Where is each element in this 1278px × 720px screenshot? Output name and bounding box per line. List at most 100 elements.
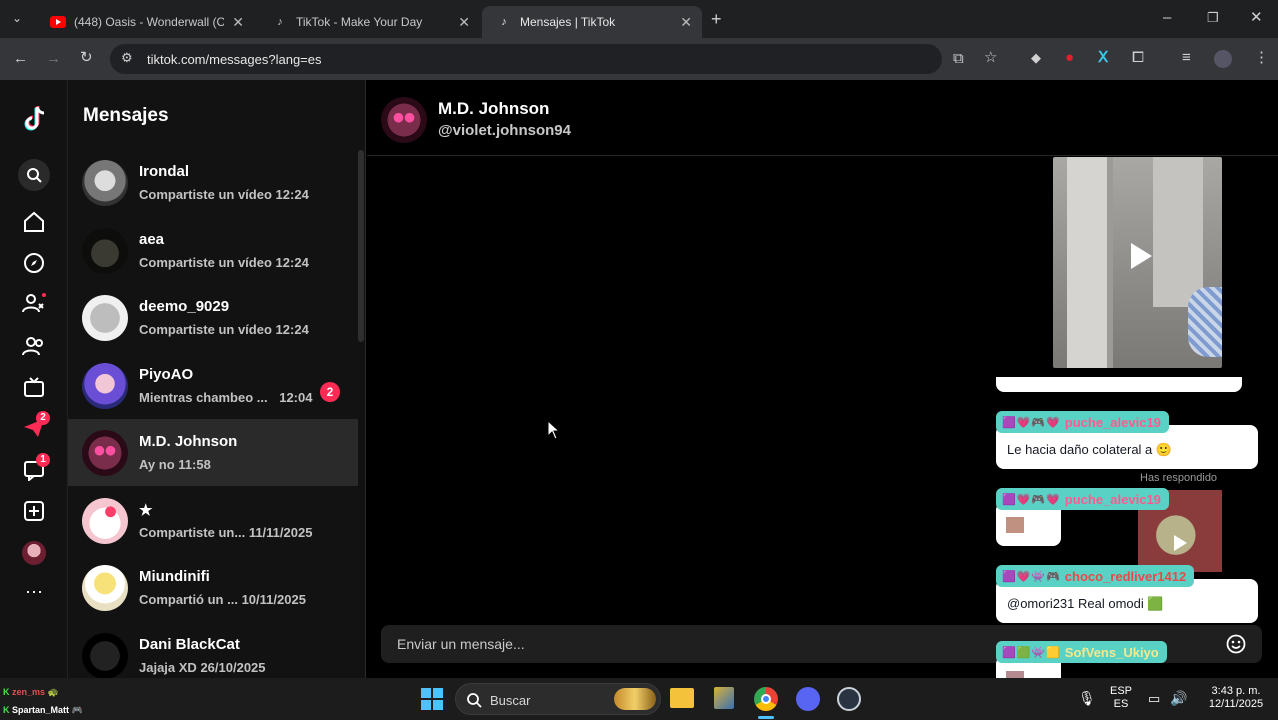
friends-icon[interactable] (19, 331, 49, 361)
bookmark-star-icon[interactable]: ☆ (984, 50, 997, 65)
following-icon[interactable] (19, 288, 49, 318)
tiktok-sidebar: 2 1 ⋯ (0, 80, 68, 678)
home-icon[interactable] (19, 207, 49, 237)
conversation-preview: Compartiste un vídeo 12:24 (139, 187, 309, 202)
microphone-icon[interactable]: 🎙 (1078, 690, 1096, 707)
conversation-preview: Compartiste un vídeo 12:24 (139, 322, 309, 337)
conversation-name: M.D. Johnson (139, 433, 238, 450)
search-icon[interactable] (18, 159, 50, 191)
profile-avatar-icon[interactable] (1214, 50, 1232, 68)
chat-overlay-text: Le hacia daño colateral a 🙂 (1007, 442, 1173, 457)
close-tab-icon[interactable]: ✕ (680, 14, 692, 31)
overlay-username: puche_alevic19 (1064, 414, 1161, 430)
emoji-picker-icon[interactable] (1226, 634, 1246, 659)
network-icon[interactable]: ▭ (1148, 691, 1160, 707)
reload-icon[interactable]: ↻ (80, 50, 93, 65)
keyboard-language[interactable]: ESP ES (1108, 685, 1134, 711)
tiktok-icon: ♪ (277, 16, 283, 28)
door-frame (1067, 157, 1107, 368)
conversation-name: deemo_9029 (139, 298, 230, 315)
wall (1153, 157, 1203, 307)
unread-badge: 2 (320, 382, 340, 402)
file-explorer-icon[interactable] (670, 688, 694, 708)
inbox-send-icon[interactable]: 2 (19, 411, 50, 443)
chat-overlay-user-tag: 🟪💗🎮💗 puche_alevic19 (996, 411, 1169, 433)
replied-label: Has respondido (1140, 472, 1218, 484)
tiktok-icon: ♪ (501, 16, 507, 28)
conversation-item[interactable]: PiyoAO Mientras chambeo ... 12:04 2 (68, 352, 358, 419)
windows-start-icon[interactable] (420, 687, 444, 711)
conversation-item[interactable]: Miundinifi Compartió un ... 10/11/2025 (68, 554, 358, 621)
forward-icon[interactable]: → (46, 51, 61, 66)
activity-icon[interactable]: 1 (19, 453, 50, 485)
conversation-name: Dani BlackCat (139, 636, 240, 653)
extensions-puzzle-icon[interactable]: ⧠ (1132, 50, 1144, 65)
chat-overlay-user-tag: 🟪💗🎮💗 puche_alevic19 (996, 488, 1169, 510)
chrome-icon[interactable] (754, 687, 778, 711)
conversation-item[interactable]: aea Compartiste un vídeo 12:24 (68, 217, 358, 284)
badge-emotes: 🟪💗🎮💗 (1002, 493, 1061, 506)
conversation-item[interactable]: Irondal Compartiste un vídeo 12:24 (68, 149, 358, 216)
app-icon[interactable] (714, 687, 734, 709)
tab-title: TikTok - Make Your Day (296, 15, 423, 29)
taskbar-search[interactable]: Buscar (455, 683, 661, 715)
conversation-item-selected[interactable]: M.D. Johnson Ay no 11:58 (68, 419, 358, 486)
mouse-cursor-icon (547, 420, 561, 440)
extension-translate-icon[interactable]: Ⅹ (1098, 50, 1108, 65)
close-tab-icon[interactable]: ✕ (232, 14, 244, 31)
close-tab-icon[interactable]: ✕ (458, 14, 470, 31)
explore-compass-icon[interactable] (19, 248, 49, 278)
minimize-icon[interactable]: – (1163, 10, 1171, 25)
extension-red-icon[interactable]: ● (1065, 50, 1074, 65)
door-frame (1107, 157, 1113, 368)
address-bar[interactable]: ⚙ tiktok.com/messages?lang=es (110, 44, 942, 74)
windows-taskbar: K zen_ms 🐢 K Spartan_Matt 🎮 Buscar 🎙 ESP… (0, 678, 1278, 720)
restore-icon[interactable]: ❐ (1207, 11, 1219, 24)
new-tab-icon[interactable]: + (711, 10, 722, 28)
active-app-indicator (758, 716, 774, 719)
conversation-preview: Compartiste un vídeo 12:24 (139, 255, 309, 270)
chat-avatar[interactable] (381, 97, 427, 143)
tab-title: (448) Oasis - Wonderwall (Offic (74, 15, 225, 29)
clock[interactable]: 3:43 p. m. 12/11/2025 (1198, 685, 1274, 711)
avatar (82, 565, 128, 611)
avatar (82, 363, 128, 409)
conversation-name: Irondal (139, 163, 190, 180)
tab-title: Mensajes | TikTok (520, 15, 616, 29)
volume-icon[interactable]: 🔊 (1170, 690, 1187, 707)
profile-avatar-icon[interactable] (19, 538, 49, 568)
more-dots-icon[interactable]: ⋯ (19, 577, 49, 607)
conversation-scrollbar[interactable] (358, 150, 364, 342)
conversation-item[interactable]: deemo_9029 Compartiste un vídeo 12:24 (68, 284, 358, 351)
tab-messages-tiktok[interactable]: ♪ Mensajes | TikTok ✕ (482, 6, 702, 38)
avatar (82, 498, 128, 544)
overlay-username: puche_alevic19 (1064, 491, 1161, 507)
window-close-icon[interactable]: ✕ (1250, 10, 1263, 25)
install-app-icon[interactable]: ⧉ (953, 51, 964, 66)
discord-icon[interactable] (796, 687, 820, 711)
upload-plus-icon[interactable] (19, 496, 49, 526)
rug (1188, 287, 1222, 357)
play-icon[interactable] (1128, 241, 1154, 271)
tab-tiktok[interactable]: ♪ TikTok - Make Your Day ✕ (258, 6, 480, 38)
search-highlight-icon (614, 688, 656, 710)
tab-youtube[interactable]: (448) Oasis - Wonderwall (Offic ✕ (36, 6, 254, 38)
chat-contact-name[interactable]: M.D. Johnson (438, 99, 549, 119)
conversation-list-panel: Mensajes Irondal Compartiste un vídeo 12… (68, 80, 366, 679)
tiktok-logo-icon[interactable] (19, 104, 49, 134)
media-controls-icon[interactable]: ≡ (1182, 50, 1191, 65)
site-info-icon[interactable]: ⚙ (121, 51, 133, 64)
extension-icon[interactable]: ◆ (1031, 51, 1041, 64)
tab-search-chevron-icon[interactable]: ⌄ (12, 12, 22, 24)
conversation-item[interactable]: ★ Compartiste un... 11/11/2025 (68, 487, 358, 554)
browser-menu-icon[interactable]: ⋮ (1254, 50, 1269, 65)
steam-icon[interactable] (837, 687, 861, 711)
conversation-name: Miundinifi (139, 568, 210, 585)
shared-video-thumbnail[interactable] (1053, 157, 1222, 368)
chat-contact-handle[interactable]: @violet.johnson94 (438, 122, 571, 139)
overlay-username: choco_redliver1412 (1064, 568, 1187, 584)
back-icon[interactable]: ← (13, 51, 28, 66)
stream-viewer: K zen_ms 🐢 (3, 687, 59, 697)
video-caption-bar (996, 377, 1242, 392)
live-tv-icon[interactable] (19, 372, 49, 402)
